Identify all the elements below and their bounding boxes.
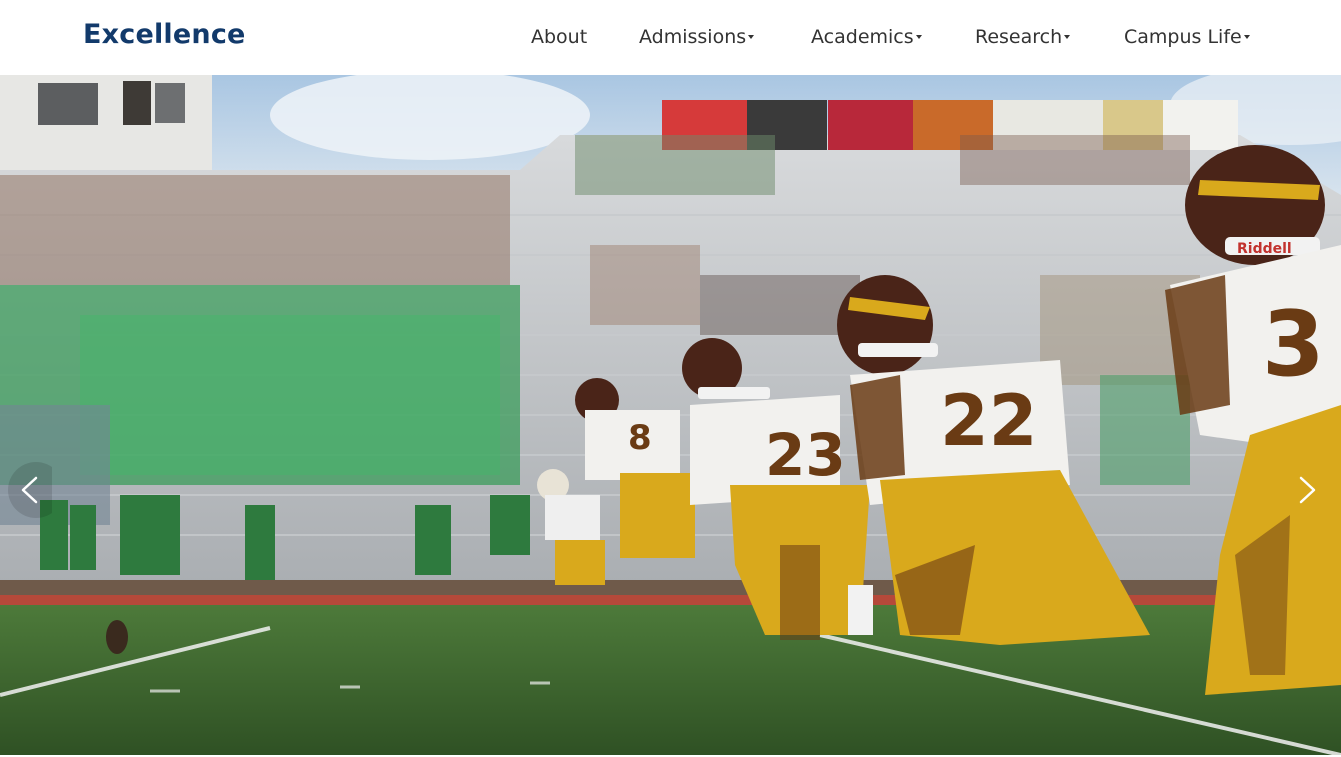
caret-down-icon [915, 34, 922, 39]
nav-link-admissions[interactable]: Admissions [639, 22, 755, 52]
nav-label: Research [975, 26, 1063, 48]
nav-item-academics[interactable]: Academics [811, 22, 922, 52]
caret-down-icon [748, 34, 755, 39]
carousel-prev-button[interactable] [6, 460, 52, 520]
nav-link-about[interactable]: About [531, 22, 587, 52]
nav-link-research[interactable]: Research [975, 22, 1071, 52]
nav-label: About [531, 26, 588, 48]
site-header: Excellence About Admissions Academics Re… [0, 0, 1341, 75]
nav-link-academics[interactable]: Academics [811, 22, 922, 52]
caret-down-icon [1243, 34, 1250, 39]
jersey-number: 3 [1262, 292, 1325, 397]
carousel-next-button[interactable] [1289, 460, 1335, 520]
nav-item-campus-life[interactable]: Campus Life [1124, 22, 1250, 52]
nav-label: Campus Life [1124, 26, 1242, 48]
hero-carousel: 8 23 22 Riddell 3 [0, 75, 1341, 755]
chevron-right-icon [1299, 476, 1316, 504]
helmet-brand-text: Riddell [1237, 241, 1292, 257]
nav-item-research[interactable]: Research [975, 22, 1071, 52]
site-logo[interactable]: Excellence [83, 16, 246, 54]
chevron-left-icon [8, 462, 52, 518]
nav-item-admissions[interactable]: Admissions [639, 22, 755, 52]
caret-down-icon [1064, 34, 1071, 39]
jersey-number: 22 [940, 380, 1037, 462]
nav-link-campus-life[interactable]: Campus Life [1124, 22, 1250, 52]
jersey-number: 8 [628, 418, 652, 458]
nav-item-about[interactable]: About [531, 22, 587, 52]
nav-label: Academics [811, 26, 914, 48]
nav-label: Admissions [639, 26, 747, 48]
jersey-number: 23 [765, 421, 846, 489]
hero-image: 8 23 22 Riddell 3 [0, 75, 1341, 755]
